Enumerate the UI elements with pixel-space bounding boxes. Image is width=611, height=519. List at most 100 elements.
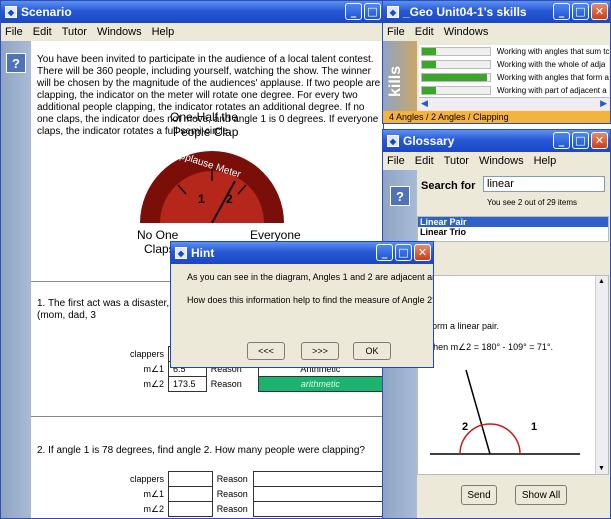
scroll-down-icon[interactable]: ▼ (598, 465, 605, 472)
ok-button[interactable]: OK (353, 342, 391, 360)
skills-scrollbar[interactable]: ◀ ▶ (419, 97, 609, 110)
menu-edit[interactable]: Edit (415, 155, 434, 167)
menu-edit[interactable]: Edit (33, 26, 52, 38)
list-item-selected[interactable]: Linear Pair (418, 217, 608, 227)
send-button[interactable]: Send (461, 485, 497, 505)
hint-titlebar[interactable]: ◆ Hint _ □ ✕ (171, 242, 433, 264)
angle-2-input[interactable] (168, 501, 213, 517)
skills-title: _Geo Unit04-1's skills (403, 5, 527, 19)
question-divider (31, 416, 383, 417)
maximize-button[interactable]: □ (572, 3, 589, 20)
reason-label: Reason (216, 489, 248, 499)
skill-row[interactable]: Working with angles that sum tc (419, 45, 609, 58)
minimize-button[interactable]: _ (376, 244, 393, 261)
maximize-button[interactable]: □ (572, 132, 589, 149)
search-input[interactable]: linear (483, 176, 605, 192)
minimize-button[interactable]: _ (553, 3, 570, 20)
hint-line-1: As you can see in the diagram, Angles 1 … (187, 272, 434, 282)
next-hint-button[interactable]: >>> (301, 342, 339, 360)
definition-line-2: °, then m∠2 = 180° - 109° = 71°. (422, 342, 554, 352)
skill-row[interactable]: Working with angles that form a (419, 71, 609, 84)
results-list: Linear Pair Linear Trio (417, 216, 609, 242)
clappers-input[interactable] (168, 471, 213, 487)
applause-meter (140, 151, 284, 224)
menu-help[interactable]: Help (152, 26, 175, 38)
maximize-button[interactable]: □ (364, 3, 381, 20)
skill-bar (421, 73, 491, 82)
show-all-button[interactable]: Show All (515, 485, 567, 505)
scenario-titlebar[interactable]: ◆ Scenario _ □ (1, 1, 383, 23)
diagram-top-label-2: People Clap (173, 125, 239, 139)
skill-label: Working with part of adjacent a (497, 86, 607, 95)
help-question-icon[interactable]: ? (390, 186, 410, 206)
skills-titlebar[interactable]: ◆ _Geo Unit04-1's skills _ □ ✕ (383, 1, 610, 23)
menu-windows[interactable]: Windows (97, 26, 142, 38)
angle-1-label: 1 (198, 192, 205, 206)
scenario-side-label: scenario (0, 333, 3, 408)
skills-menubar: File Edit Windows (383, 23, 610, 41)
maximize-button[interactable]: □ (395, 244, 412, 261)
skill-bar (421, 86, 491, 95)
skill-bar-fill (422, 74, 487, 81)
help-question-icon[interactable]: ? (6, 53, 26, 73)
skills-status: 4 Angles / 2 Angles / Clapping (389, 112, 509, 122)
scroll-right-icon[interactable]: ▶ (600, 98, 607, 109)
reason-label: Reason (216, 474, 248, 484)
scroll-up-icon[interactable]: ▲ (598, 278, 605, 285)
menu-windows[interactable]: Windows (444, 26, 489, 38)
angle-2-input[interactable]: 173.5 (168, 376, 207, 392)
minimize-button[interactable]: _ (553, 132, 570, 149)
row-label: m∠2 (143, 503, 165, 514)
menu-file[interactable]: File (387, 26, 405, 38)
row-label: clappers (130, 349, 165, 359)
previous-hint-button[interactable]: <<< (247, 342, 285, 360)
no-one-label: No One (137, 228, 179, 242)
close-button[interactable]: ✕ (591, 3, 608, 20)
reason-input[interactable] (252, 501, 383, 517)
menu-file[interactable]: File (387, 155, 405, 167)
definition-pane: 2 form a linear pair. °, then m∠2 = 180°… (417, 275, 609, 475)
row-label: clappers (130, 474, 165, 484)
table-row: clappers Reason (126, 471, 383, 487)
reason-label: Reason (210, 379, 242, 389)
app-icon: ◆ (175, 247, 187, 259)
menu-windows[interactable]: Windows (479, 155, 524, 167)
reason-input[interactable] (252, 486, 383, 502)
reason-input-highlight[interactable]: arithmetic (257, 376, 383, 392)
table-row: m∠2 Reason (126, 501, 383, 517)
glossary-menubar: File Edit Tutor Windows Help (383, 152, 610, 170)
figure-angle-2-label: 2 (462, 421, 469, 433)
skill-bar (421, 60, 491, 69)
skill-bar-fill (422, 61, 436, 68)
menu-edit[interactable]: Edit (415, 26, 434, 38)
scroll-left-icon[interactable]: ◀ (421, 98, 428, 109)
everyone-label: Everyone (250, 228, 301, 242)
reason-input[interactable] (252, 471, 383, 487)
close-button[interactable]: ✕ (414, 244, 431, 261)
row-label: m∠1 (143, 363, 165, 374)
app-icon: ◆ (387, 135, 399, 147)
result-count: You see 2 out of 29 items (487, 198, 577, 207)
menu-tutor[interactable]: Tutor (62, 26, 87, 38)
menu-help[interactable]: Help (534, 155, 557, 167)
table-row: m∠2 173.5 Reason arithmetic (126, 376, 383, 392)
glossary-titlebar[interactable]: ◆ Glossary _ □ ✕ (383, 130, 610, 152)
skill-row[interactable]: Working with the whole of adja (419, 58, 609, 71)
angle-1-input[interactable] (168, 486, 213, 502)
hint-line-2: How does this information help to find t… (187, 295, 434, 305)
menu-file[interactable]: File (5, 26, 23, 38)
reason-label: Reason (216, 504, 248, 514)
list-item[interactable]: Linear Trio (418, 227, 608, 237)
angle-2-label: 2 (226, 192, 233, 206)
skill-row[interactable]: Working with part of adjacent a (419, 84, 609, 97)
glossary-title: Glossary (403, 134, 455, 148)
skill-bar-fill (422, 87, 436, 94)
definition-scrollbar[interactable]: ▲ ▼ (595, 276, 608, 474)
scenario-title: Scenario (21, 5, 72, 19)
scenario-menubar: File Edit Tutor Windows Help (1, 23, 383, 41)
skill-label: Working with the whole of adja (497, 60, 606, 69)
scenario-sidebar: ? scenario (1, 41, 31, 518)
minimize-button[interactable]: _ (345, 3, 362, 20)
menu-tutor[interactable]: Tutor (444, 155, 469, 167)
close-button[interactable]: ✕ (591, 132, 608, 149)
